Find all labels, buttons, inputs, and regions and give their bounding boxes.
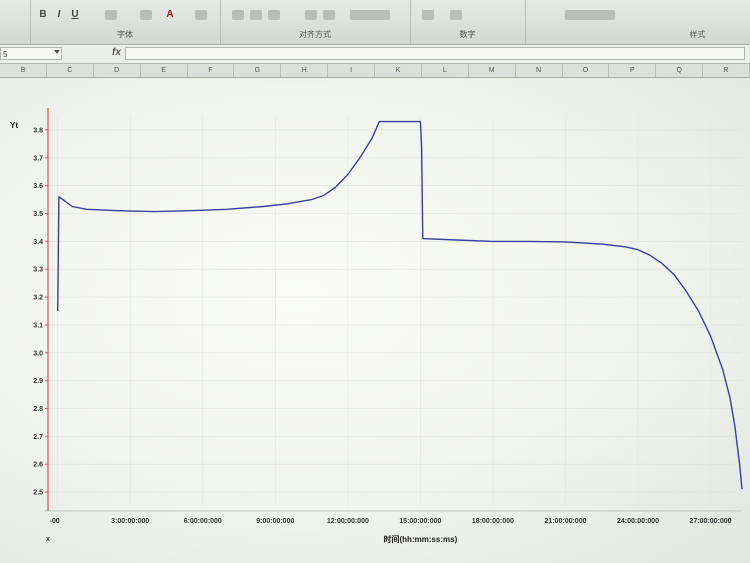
column-header-c[interactable]: C — [47, 64, 94, 77]
y-tick-label: 3.1 — [33, 322, 43, 329]
column-header-q[interactable]: Q — [656, 64, 704, 77]
column-header-row: BCDEFGHIKLMNOPQR — [0, 64, 750, 78]
y-tick-label: 3.8 — [33, 127, 43, 134]
font-color-button[interactable]: A — [164, 8, 176, 21]
series-line-0 — [57, 120, 743, 490]
y-tick-label: 2.9 — [33, 378, 43, 385]
y-tick-label: 3.6 — [33, 183, 43, 190]
formula-bar: 5 fx — [0, 45, 750, 64]
ribbon-group-label-number: 数字 — [459, 30, 476, 39]
ribbon-group-clipboard — [0, 0, 31, 44]
x-axis-marker: x — [46, 536, 50, 543]
bold-button[interactable]: B — [38, 8, 48, 21]
function-icon[interactable]: fx — [112, 47, 121, 58]
ribbon-group-label-alignment: 对齐方式 — [299, 30, 331, 39]
underline-button[interactable]: U — [70, 8, 80, 21]
x-tick-label: 18:00:00:000 — [472, 518, 514, 525]
y-tick-label: 3.4 — [33, 239, 43, 246]
column-header-l[interactable]: L — [422, 64, 469, 77]
name-box[interactable]: 5 — [0, 47, 62, 60]
ribbon-group-alignment: 对齐方式 — [220, 0, 411, 44]
y-tick-label: 3.7 — [33, 155, 43, 162]
name-box-value: 5 — [3, 50, 8, 59]
x-axis-title: 时间(hh:mm:ss:ms) — [383, 534, 457, 544]
align-center-icon[interactable] — [250, 10, 262, 20]
x-tick-label: 27:00:00:000 — [690, 518, 732, 525]
y-tick-label: 2.7 — [33, 434, 43, 441]
align-right-icon[interactable] — [268, 10, 280, 20]
line-chart: 3.8 3.7 3.6 3.5 3.4 3.3 3.2 3.1 3.0 2.9 2.8 2.7 2.6 2… — [10, 108, 743, 544]
column-header-f[interactable]: F — [188, 64, 235, 77]
x-tick-label: 0 — [56, 518, 60, 525]
ribbon-group-number: 数字 — [410, 0, 526, 44]
fill-color-icon[interactable] — [140, 10, 152, 20]
outdent-icon[interactable] — [323, 10, 335, 20]
y-tick-label: 3.3 — [33, 267, 43, 274]
chevron-down-icon[interactable] — [54, 50, 60, 54]
x-tick-label: 3:00:00:000 — [111, 518, 149, 525]
percent-icon[interactable] — [450, 10, 462, 20]
italic-button[interactable]: I — [54, 8, 64, 21]
y-tick-label: 2.5 — [33, 490, 43, 497]
column-header-k[interactable]: K — [375, 64, 422, 77]
phonetic-icon[interactable] — [195, 10, 207, 20]
ribbon-group-styles: 样式 — [525, 0, 750, 44]
merge-center-icon[interactable] — [350, 10, 390, 20]
x-tick-label: 21:00:00:000 — [544, 518, 586, 525]
column-header-e[interactable]: E — [141, 64, 188, 77]
excel-ribbon: B I U A 字体 对齐方式 数字 样式 — [0, 0, 750, 45]
ribbon-group-label-font: 字体 — [117, 30, 133, 39]
column-header-i[interactable]: I — [328, 64, 375, 77]
x-tick-label: 6:00:00:000 — [184, 518, 222, 525]
y-tick-label: 2.8 — [33, 406, 43, 413]
column-header-g[interactable]: G — [234, 64, 282, 77]
borders-icon[interactable] — [105, 10, 117, 20]
x-tick-label: 9:00:00:000 — [256, 518, 294, 525]
column-header-p[interactable]: P — [609, 64, 657, 77]
conditional-format-icon[interactable] — [565, 10, 615, 20]
y-tick-label: 3.5 — [33, 211, 43, 218]
y-tick-label: 3.2 — [33, 295, 43, 302]
x-tick-label: 12:00:00:000 — [327, 518, 369, 525]
y-tick-label: 2.6 — [33, 462, 43, 469]
ribbon-group-font: B I U A 字体 — [30, 0, 221, 44]
y-axis-title: Yt — [10, 121, 18, 130]
currency-icon[interactable] — [422, 10, 434, 20]
column-header-h[interactable]: H — [281, 64, 329, 77]
column-header-b[interactable]: B — [0, 64, 47, 77]
y-tick-label: 3.0 — [33, 350, 43, 357]
column-header-d[interactable]: D — [94, 64, 141, 77]
column-header-m[interactable]: M — [469, 64, 516, 77]
column-header-o[interactable]: O — [563, 64, 610, 77]
align-left-icon[interactable] — [232, 10, 244, 20]
chart-area: 3.8 3.7 3.6 3.5 3.4 3.3 3.2 3.1 3.0 2.9 2.8 2.7 2.6 2… — [0, 78, 750, 563]
ribbon-group-label-styles: 样式 — [689, 30, 706, 39]
column-header-r[interactable]: R — [703, 64, 750, 77]
column-header-n[interactable]: N — [516, 64, 563, 77]
x-tick-label: 24:00:00:000 — [617, 518, 659, 525]
formula-input[interactable] — [125, 47, 745, 60]
indent-icon[interactable] — [305, 10, 317, 20]
x-tick-label: 15:00:00:000 — [399, 518, 441, 525]
